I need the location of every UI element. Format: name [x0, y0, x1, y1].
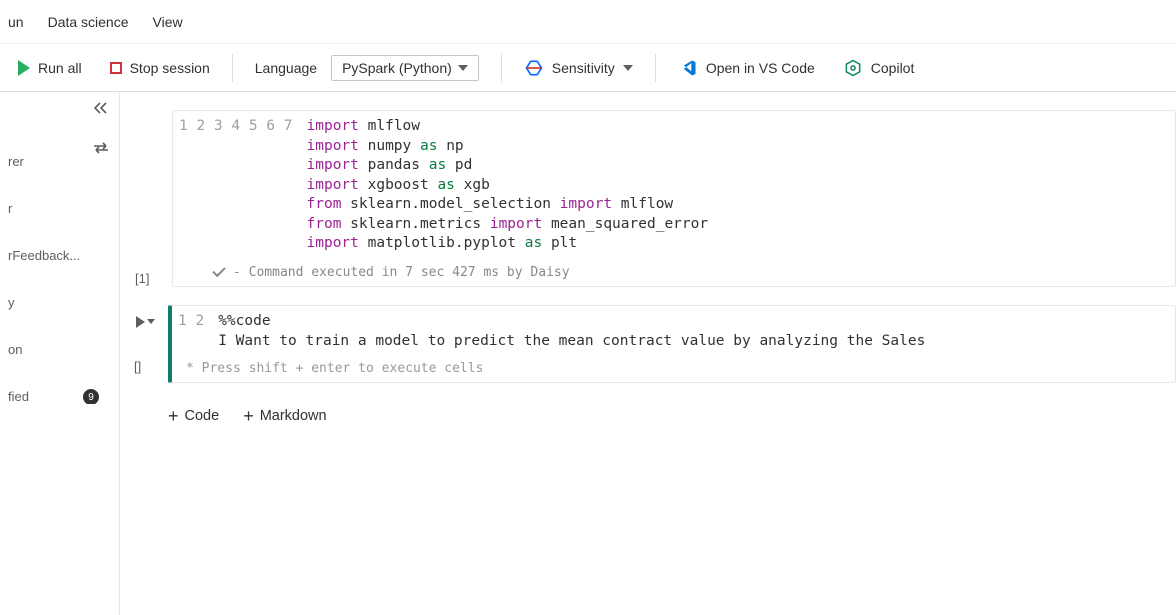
toolbar: Run all Stop session Language PySpark (P…: [0, 44, 1176, 92]
code-editor[interactable]: 1 2 %%code I Want to train a model to pr…: [172, 306, 1175, 357]
code-cell[interactable]: 1 2 3 4 5 6 7 import mlflow import numpy…: [172, 110, 1176, 287]
code-editor[interactable]: 1 2 3 4 5 6 7 import mlflow import numpy…: [173, 111, 1175, 260]
menu-item-run[interactable]: un: [8, 14, 24, 30]
copilot-icon: [843, 58, 863, 78]
stop-icon: [110, 62, 122, 74]
chevron-double-left-icon: [93, 102, 109, 114]
stop-session-label: Stop session: [130, 60, 210, 76]
plus-icon: +: [243, 407, 254, 425]
sensitivity-icon: [524, 58, 544, 78]
notebook-content: 1 2 3 4 5 6 7 import mlflow import numpy…: [120, 92, 1176, 615]
status-text: - Command executed in 7 sec 427 ms by Da…: [233, 265, 570, 280]
stop-session-button[interactable]: Stop session: [100, 54, 220, 82]
language-select[interactable]: PySpark (Python): [331, 55, 479, 81]
run-all-label: Run all: [38, 60, 82, 76]
execution-count: []: [134, 359, 141, 374]
separator: [232, 54, 233, 82]
copilot-label: Copilot: [871, 60, 915, 76]
sidebar-item[interactable]: fied 9: [8, 389, 111, 404]
code-text[interactable]: %%code I Want to train a model to predic…: [218, 312, 1165, 351]
language-value: PySpark (Python): [342, 60, 452, 76]
sidebar: rer r rFeedback... y on fied 9: [0, 92, 120, 615]
sidebar-item[interactable]: y: [8, 295, 111, 310]
add-cell-row: + Code + Markdown: [120, 401, 1176, 425]
separator: [501, 54, 502, 82]
sensitivity-button[interactable]: Sensitivity: [514, 52, 643, 84]
open-vscode-label: Open in VS Code: [706, 60, 815, 76]
play-icon: [136, 316, 145, 328]
chevron-down-icon: [147, 319, 155, 324]
collapse-sidebar-button[interactable]: [93, 102, 109, 117]
execution-count: [1]: [135, 271, 149, 286]
add-code-button[interactable]: + Code: [168, 407, 219, 425]
language-label: Language: [255, 60, 317, 76]
swap-icon: [93, 142, 109, 154]
sidebar-item[interactable]: rFeedback...: [8, 248, 111, 263]
sidebar-list: rer r rFeedback... y on fied 9: [8, 154, 111, 404]
run-all-button[interactable]: Run all: [8, 54, 92, 82]
separator: [655, 54, 656, 82]
top-menu-bar: un Data science View: [0, 0, 1176, 44]
main-area: rer r rFeedback... y on fied 9 1 2 3 4 5…: [0, 92, 1176, 615]
badge-count: 9: [83, 389, 99, 404]
menu-item-data-science[interactable]: Data science: [48, 14, 129, 30]
add-markdown-button[interactable]: + Markdown: [243, 407, 326, 425]
cell-hint: * Press shift + enter to execute cells: [172, 357, 1175, 382]
add-code-label: Code: [185, 408, 220, 424]
line-numbers: 1 2 3 4 5 6 7: [179, 117, 307, 254]
sidebar-item[interactable]: r: [8, 201, 111, 216]
checkmark-icon: [212, 264, 225, 277]
copilot-button[interactable]: Copilot: [833, 52, 925, 84]
code-cell-active[interactable]: 1 2 %%code I Want to train a model to pr…: [168, 305, 1176, 383]
code-text[interactable]: import mlflow import numpy as np import …: [307, 117, 1166, 254]
menu-item-view[interactable]: View: [153, 14, 183, 30]
swap-button[interactable]: [93, 142, 109, 157]
chevron-down-icon: [623, 65, 633, 71]
add-markdown-label: Markdown: [260, 408, 327, 424]
run-cell-button[interactable]: [136, 316, 155, 328]
cell-status: - Command executed in 7 sec 427 ms by Da…: [173, 260, 1175, 286]
sensitivity-label: Sensitivity: [552, 60, 615, 76]
open-vscode-button[interactable]: Open in VS Code: [668, 52, 825, 84]
vscode-icon: [678, 58, 698, 78]
chevron-down-icon: [458, 65, 468, 71]
play-icon: [18, 60, 30, 76]
sidebar-item[interactable]: on: [8, 342, 111, 357]
plus-icon: +: [168, 407, 179, 425]
line-numbers: 1 2: [178, 312, 218, 351]
language-group: Language PySpark (Python): [245, 49, 489, 87]
